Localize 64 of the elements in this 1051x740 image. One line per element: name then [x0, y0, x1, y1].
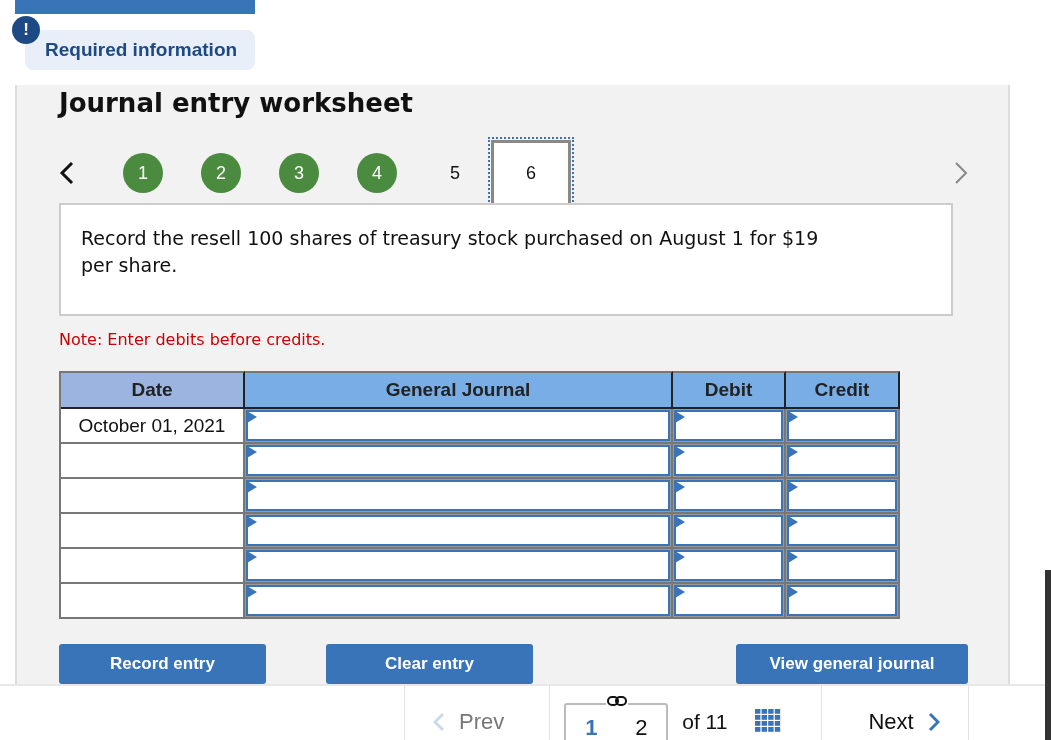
prompt-text: Record the resell 100 shares of treasury stock purchased on August 1 for $19 per share.	[81, 226, 820, 278]
marker-icon	[247, 446, 257, 458]
marker-icon	[675, 586, 685, 598]
completed-step[interactable]: 1	[123, 153, 163, 194]
next-icon[interactable]	[953, 161, 969, 186]
action-button[interactable]: Clear entry	[326, 644, 533, 684]
marker-icon	[675, 516, 685, 528]
entry-field[interactable]	[674, 550, 783, 581]
entry-field[interactable]	[674, 445, 783, 476]
entry-field[interactable]	[246, 515, 670, 546]
completed-step[interactable]: 3	[279, 153, 319, 194]
column-header: General Journal	[245, 371, 673, 409]
entry-field[interactable]	[246, 480, 670, 511]
note-text: Note: Enter debits before credits.	[59, 330, 327, 349]
column-header: Credit	[786, 371, 900, 409]
marker-icon	[675, 446, 685, 458]
entry-field[interactable]	[787, 410, 897, 441]
grid-icon[interactable]	[755, 709, 782, 733]
worksheet-title: Journal entry worksheet	[59, 87, 414, 119]
entry-field[interactable]	[674, 480, 783, 511]
marker-icon	[247, 551, 257, 563]
entry-field[interactable]	[674, 585, 783, 616]
column-header: Date	[61, 371, 245, 409]
marker-icon	[247, 481, 257, 493]
marker-icon	[788, 551, 798, 563]
prev-button[interactable]: Prev	[433, 691, 505, 735]
alert-badge: !	[12, 16, 40, 44]
previous-icon[interactable]	[59, 161, 75, 186]
entry-field[interactable]	[246, 585, 670, 616]
entry-field[interactable]	[787, 480, 897, 511]
link-icon	[606, 694, 629, 707]
marker-icon	[675, 481, 685, 493]
marker-icon	[675, 411, 685, 423]
marker-icon	[247, 411, 257, 423]
chevron-left-icon	[433, 712, 445, 732]
entry-field[interactable]	[246, 410, 670, 441]
chevron-right-icon	[927, 712, 940, 732]
action-button[interactable]: Record entry	[59, 644, 266, 684]
marker-icon	[788, 481, 798, 493]
entry-field[interactable]	[246, 445, 670, 476]
marker-icon	[788, 411, 798, 423]
page-count: of 11	[682, 709, 728, 734]
column-header: Debit	[673, 371, 786, 409]
marker-icon	[247, 516, 257, 528]
entry-field[interactable]	[674, 515, 783, 546]
completed-step[interactable]: 4	[357, 153, 397, 194]
step-tab[interactable]: 5	[435, 153, 475, 194]
entry-field[interactable]	[787, 585, 897, 616]
entry-field[interactable]	[787, 445, 897, 476]
action-button[interactable]: View general journal	[736, 644, 968, 684]
page-number[interactable]: 1	[585, 714, 598, 740]
marker-icon	[788, 446, 798, 458]
next-button[interactable]: Next	[868, 691, 940, 735]
marker-icon	[675, 551, 685, 563]
completed-step[interactable]: 2	[201, 153, 241, 194]
entry-field[interactable]	[787, 515, 897, 546]
entry-field[interactable]	[674, 410, 783, 441]
marker-icon	[788, 516, 798, 528]
entry-field[interactable]	[246, 550, 670, 581]
marker-icon	[788, 586, 798, 598]
page-number[interactable]: 2	[635, 714, 648, 740]
marker-icon	[247, 586, 257, 598]
date-cell: October 01, 2021	[61, 409, 245, 444]
entry-field[interactable]	[787, 550, 897, 581]
